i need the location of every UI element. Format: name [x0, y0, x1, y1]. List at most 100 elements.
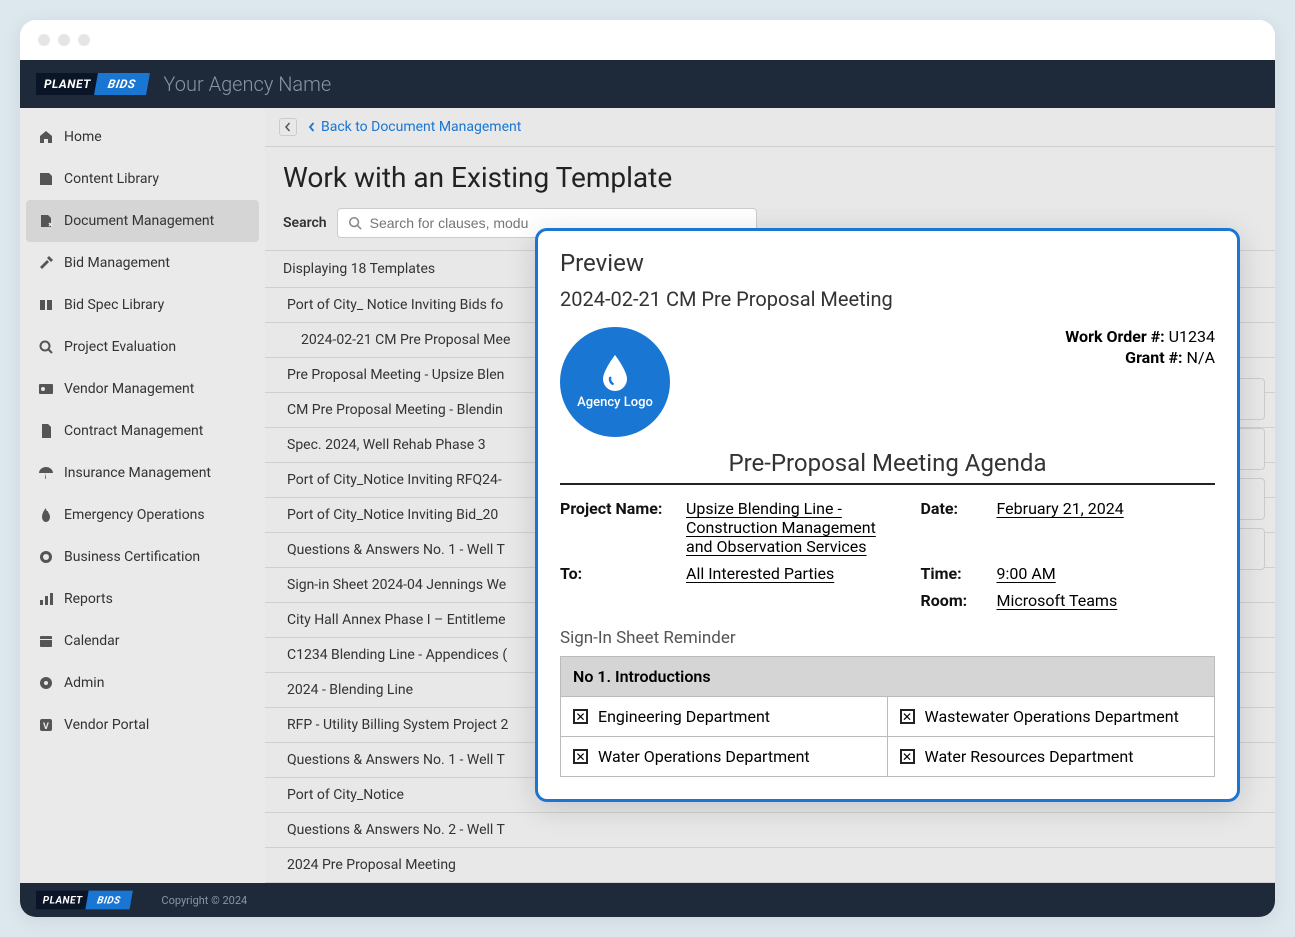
room-label: Room: — [921, 591, 981, 610]
sidebar-item-calendar[interactable]: Calendar — [20, 620, 265, 662]
sidebar-item-admin[interactable]: Admin — [20, 662, 265, 704]
intro-department: ✕ Wastewater Operations Department — [888, 697, 1215, 736]
back-link[interactable]: Back to Document Management — [307, 119, 521, 135]
sidebar-item-emergency-operations[interactable]: Emergency Operations — [20, 494, 265, 536]
sidebar-item-label: Admin — [64, 675, 104, 691]
cert-icon — [38, 549, 54, 565]
sidebar-item-document-management[interactable]: Document Management — [26, 200, 259, 242]
preview-title: Preview — [560, 249, 1215, 277]
collapse-button[interactable] — [279, 118, 297, 136]
agency-logo: Agency Logo — [560, 327, 670, 437]
department-name: Water Operations Department — [598, 747, 810, 766]
water-drop-icon — [600, 355, 630, 391]
chevron-left-icon — [307, 122, 317, 132]
sidebar-item-label: Project Evaluation — [64, 339, 176, 355]
time-value: 9:00 AM — [997, 564, 1216, 583]
copyright: Copyright © 2024 — [161, 894, 247, 907]
sidebar-item-label: Document Management — [64, 213, 214, 229]
signin-reminder: Sign-In Sheet Reminder — [560, 628, 1215, 648]
bars-icon — [38, 591, 54, 607]
book-icon — [38, 297, 54, 313]
sidebar-item-vendor-management[interactable]: Vendor Management — [20, 368, 265, 410]
browser-frame: PLANET BIDS Your Agency Name Home Content… — [20, 20, 1275, 917]
section-introductions: No 1. Introductions — [560, 656, 1215, 697]
save-icon — [38, 171, 54, 187]
work-order-label: Work Order #: — [1065, 327, 1164, 346]
sidebar-item-label: Contract Management — [64, 423, 203, 439]
department-name: Engineering Department — [598, 707, 770, 726]
search-icon — [348, 216, 362, 230]
home-icon — [38, 129, 54, 145]
sidebar-item-project-evaluation[interactable]: Project Evaluation — [20, 326, 265, 368]
sidebar-item-label: Home — [64, 129, 102, 145]
checkbox-icon: ✕ — [900, 749, 915, 764]
sidebar-item-bid-spec-library[interactable]: Bid Spec Library — [20, 284, 265, 326]
app: PLANET BIDS Your Agency Name Home Content… — [20, 60, 1275, 917]
sidebar-item-home[interactable]: Home — [20, 116, 265, 158]
fire-icon — [38, 507, 54, 523]
sidebar-item-contract-management[interactable]: Contract Management — [20, 410, 265, 452]
top-bar: PLANET BIDS Your Agency Name — [20, 60, 1275, 108]
template-row[interactable]: Questions & Answers No. 2 - Well T — [265, 813, 1275, 848]
search-label: Search — [283, 215, 327, 231]
checkbox-icon: ✕ — [900, 709, 915, 724]
department-name: Wastewater Operations Department — [925, 707, 1179, 726]
sidebar: Home Content Library Document Management Bi… — [20, 108, 265, 883]
department-name: Water Resources Department — [925, 747, 1134, 766]
window-dot[interactable] — [38, 34, 50, 46]
grant-value: N/A — [1187, 348, 1215, 367]
preview-header: Agency Logo Work Order #: U1234 Grant #:… — [560, 327, 1215, 437]
intro-department: ✕ Water Operations Department — [561, 736, 888, 776]
sidebar-item-label: Business Certification — [64, 549, 200, 565]
badge-icon — [38, 381, 54, 397]
brand-planet: PLANET — [36, 891, 89, 910]
sidebar-item-label: Content Library — [64, 171, 159, 187]
to-value: All Interested Parties — [686, 564, 905, 583]
hammer-icon — [38, 255, 54, 271]
checkbox-icon: ✕ — [573, 749, 588, 764]
brand-logo[interactable]: PLANET BIDS — [36, 71, 147, 97]
doc-icon — [38, 213, 54, 229]
cal-icon — [38, 633, 54, 649]
time-label: Time: — [921, 564, 981, 583]
sidebar-item-insurance-management[interactable]: Insurance Management — [20, 452, 265, 494]
footer-logo[interactable]: PLANET BIDS — [36, 889, 131, 911]
project-name-value: Upsize Blending Line - Construction Mana… — [686, 499, 905, 556]
agency-name: Your Agency Name — [163, 72, 331, 96]
sidebar-item-business-certification[interactable]: Business Certification — [20, 536, 265, 578]
sidebar-item-content-library[interactable]: Content Library — [20, 158, 265, 200]
preview-meta: Work Order #: U1234 Grant #: N/A — [1065, 327, 1215, 369]
footer: PLANET BIDS Copyright © 2024 — [20, 883, 1275, 917]
back-row: Back to Document Management — [265, 108, 1275, 147]
intro-department: ✕ Water Resources Department — [888, 736, 1215, 776]
date-value: February 21, 2024 — [997, 499, 1216, 556]
intro-grid: ✕Engineering Department✕Wastewater Opera… — [560, 697, 1215, 777]
sidebar-item-bid-management[interactable]: Bid Management — [20, 242, 265, 284]
agenda-grid: Project Name: Upsize Blending Line - Con… — [560, 499, 1215, 610]
gear-icon — [38, 675, 54, 691]
brand-bids: BIDS — [85, 891, 132, 910]
svg-text:V: V — [43, 722, 49, 732]
window-dot[interactable] — [78, 34, 90, 46]
sidebar-item-label: Emergency Operations — [64, 507, 205, 523]
umbrella-icon — [38, 465, 54, 481]
file-icon — [38, 423, 54, 439]
portal-icon: V — [38, 717, 54, 733]
date-label: Date: — [921, 499, 981, 556]
sidebar-item-reports[interactable]: Reports — [20, 578, 265, 620]
sidebar-item-label: Vendor Management — [64, 381, 194, 397]
room-value: Microsoft Teams — [997, 591, 1216, 610]
template-row[interactable]: 2024 Pre Proposal Meeting — [265, 848, 1275, 883]
back-link-text: Back to Document Management — [321, 119, 521, 135]
sidebar-item-vendor-portal[interactable]: V Vendor Portal — [20, 704, 265, 746]
sidebar-item-label: Vendor Portal — [64, 717, 149, 733]
page-title: Work with an Existing Template — [265, 147, 1275, 208]
brand-planet: PLANET — [36, 73, 99, 95]
window-dot[interactable] — [58, 34, 70, 46]
project-name-label: Project Name: — [560, 499, 670, 556]
sidebar-item-label: Reports — [64, 591, 113, 607]
brand-bids: BIDS — [94, 73, 149, 95]
intro-department: ✕Engineering Department — [561, 697, 888, 736]
grant-label: Grant #: — [1125, 348, 1182, 367]
sidebar-item-label: Calendar — [64, 633, 120, 649]
